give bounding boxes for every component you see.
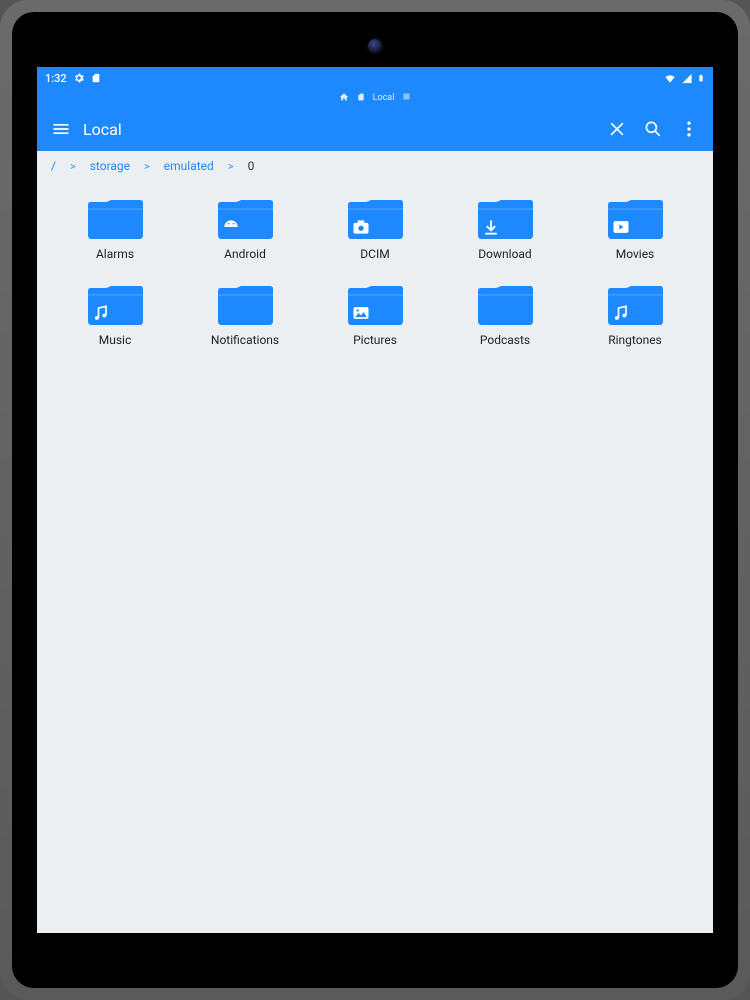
folder-icon	[605, 195, 665, 241]
folder-item[interactable]: Music	[55, 277, 175, 347]
picture-icon	[351, 303, 371, 323]
folder-icon	[475, 195, 535, 241]
folder-icon	[85, 195, 145, 241]
breadcrumb-segment[interactable]: emulated	[164, 159, 214, 173]
folder-icon	[215, 281, 275, 327]
overflow-button[interactable]	[671, 111, 707, 147]
app-bar: Local	[37, 107, 713, 151]
status-bar: 1:32	[37, 67, 713, 89]
folder-icon	[345, 195, 405, 241]
folder-label: Ringtones	[608, 333, 662, 347]
folder-item[interactable]: Alarms	[55, 191, 175, 261]
folder-label: Pictures	[353, 333, 397, 347]
folder-label: Alarms	[96, 247, 134, 261]
screen: 1:32	[37, 67, 713, 933]
close-icon	[607, 119, 627, 139]
breadcrumb: / > storage > emulated > 0	[37, 151, 713, 181]
search-icon	[643, 119, 663, 139]
folder-item[interactable]: Podcasts	[445, 277, 565, 347]
folder-item[interactable]: Download	[445, 191, 565, 261]
battery-icon	[697, 72, 705, 84]
folder-item[interactable]: Movies	[575, 191, 695, 261]
music-icon	[91, 303, 111, 323]
folder-label: Podcasts	[480, 333, 530, 347]
tablet-frame: 1:32	[0, 0, 750, 1000]
music-icon	[611, 303, 631, 323]
status-right	[663, 72, 705, 84]
breadcrumb-segment[interactable]: storage	[90, 159, 130, 173]
breadcrumb-segment-current[interactable]: 0	[248, 159, 255, 173]
search-button[interactable]	[635, 111, 671, 147]
folder-item[interactable]: DCIM	[315, 191, 435, 261]
breadcrumb-segment[interactable]: /	[51, 159, 56, 173]
folder-icon	[215, 195, 275, 241]
android-icon	[221, 217, 241, 237]
chevron-right-icon: >	[144, 160, 150, 173]
folder-item[interactable]: Pictures	[315, 277, 435, 347]
sd-card-icon	[357, 92, 365, 105]
folder-label: Movies	[616, 247, 655, 261]
folder-item[interactable]: Notifications	[185, 277, 305, 347]
close-button[interactable]	[599, 111, 635, 147]
home-icon[interactable]	[339, 92, 349, 105]
more-vert-icon	[679, 119, 699, 139]
folder-icon	[345, 281, 405, 327]
camera-icon	[351, 217, 371, 237]
tab-strip: Local	[37, 89, 713, 107]
sd-card-icon	[91, 72, 101, 84]
status-left: 1:32	[45, 72, 101, 85]
tab-local[interactable]: Local	[373, 93, 395, 103]
download-icon	[481, 217, 501, 237]
signal-icon	[681, 73, 693, 84]
chevron-right-icon: >	[70, 160, 76, 173]
wifi-icon	[663, 73, 677, 84]
folder-grid: Alarms Android DCIM Download Movies Music Noti…	[37, 181, 713, 357]
play-icon	[611, 217, 631, 237]
folder-label: Notifications	[211, 333, 279, 347]
app-bar-title: Local	[83, 120, 122, 139]
folder-item[interactable]: Ringtones	[575, 277, 695, 347]
folder-item[interactable]: Android	[185, 191, 305, 261]
folder-label: Download	[478, 247, 531, 261]
folder-icon	[605, 281, 665, 327]
folder-icon	[85, 281, 145, 327]
folder-icon	[475, 281, 535, 327]
gear-icon	[73, 72, 85, 84]
front-camera	[368, 39, 382, 53]
chevron-right-icon: >	[228, 160, 234, 173]
hamburger-icon	[51, 119, 71, 139]
folder-label: DCIM	[360, 247, 389, 261]
folder-label: Music	[99, 333, 131, 347]
tablet-bezel: 1:32	[12, 12, 738, 988]
folder-label: Android	[224, 247, 266, 261]
status-time: 1:32	[45, 72, 67, 85]
add-tab-icon[interactable]	[402, 92, 411, 104]
menu-button[interactable]	[43, 111, 79, 147]
